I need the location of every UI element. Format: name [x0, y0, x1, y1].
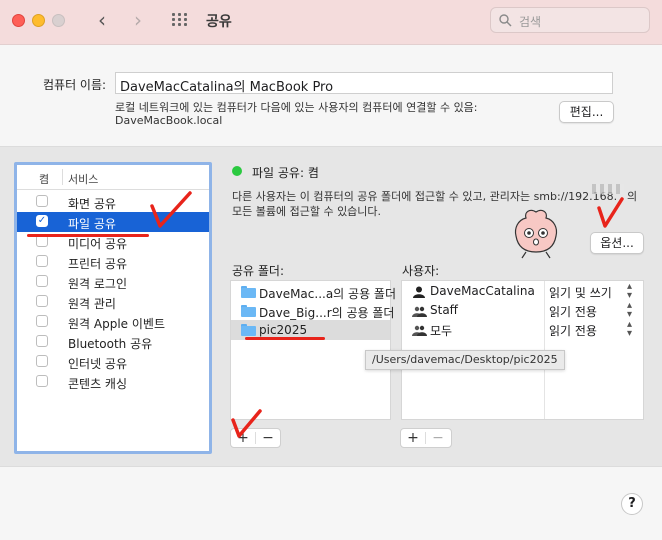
- popup-arrows-icon[interactable]: ▴ ▾: [627, 301, 632, 320]
- column-service-header: 서비스: [68, 173, 99, 186]
- window-title: 공유: [206, 14, 232, 30]
- zoom-button[interactable]: [52, 14, 65, 27]
- user-name: DaveMacCatalina: [430, 284, 535, 298]
- services-header: 켬 서비스: [17, 165, 209, 190]
- folder-icon: [241, 305, 256, 317]
- service-label: 파일 공유: [68, 217, 116, 231]
- service-row-bluetooth-sharing[interactable]: Bluetooth 공유: [17, 332, 209, 352]
- service-row-remote-login[interactable]: 원격 로그인: [17, 272, 209, 292]
- folder-name: Dave_Big...r의 공용 폴더: [259, 306, 395, 320]
- user-name: 모두: [430, 324, 453, 338]
- service-label: 원격 Apple 이벤트: [68, 317, 165, 331]
- folder-name: DaveMac...a의 공용 폴더: [259, 287, 397, 301]
- show-all-grid-icon[interactable]: [172, 13, 190, 29]
- annotation-check-icon: [150, 191, 192, 228]
- service-checkbox[interactable]: [36, 375, 48, 387]
- service-label: 프린터 공유: [68, 257, 128, 271]
- folder-row[interactable]: Dave_Big...r의 공용 폴더: [231, 301, 394, 321]
- description-suffix: 의: [627, 190, 638, 203]
- service-label: 화면 공유: [68, 197, 116, 211]
- search-placeholder: 검색: [519, 15, 542, 29]
- service-row-printer-sharing[interactable]: 프린터 공유: [17, 252, 209, 272]
- folder-icon: [241, 286, 256, 298]
- group-icon: [412, 306, 427, 317]
- permission-popup[interactable]: 읽기 전용: [549, 322, 597, 339]
- add-user-button[interactable]: +: [403, 430, 423, 446]
- user-name: Staff: [430, 303, 458, 317]
- service-label: 원격 로그인: [68, 277, 128, 291]
- service-checkbox[interactable]: [36, 195, 48, 207]
- file-sharing-status: 파일 공유: 켬: [252, 166, 319, 180]
- permission-popup[interactable]: 읽기 전용: [549, 303, 597, 320]
- annotation-underline: [27, 234, 149, 237]
- service-checkbox[interactable]: [36, 355, 48, 367]
- computer-name-label: 컴퓨터 이름:: [43, 78, 107, 92]
- user-row[interactable]: 모두 읽기 전용 ▴ ▾: [402, 320, 660, 339]
- minimize-button[interactable]: [32, 14, 45, 27]
- shared-folders-label: 공유 폴더:: [232, 264, 285, 278]
- annotation-underline: [245, 337, 325, 340]
- service-row-content-caching[interactable]: 콘텐츠 캐싱: [17, 372, 209, 392]
- search-field[interactable]: 검색: [490, 7, 650, 33]
- popup-arrows-icon[interactable]: ▴ ▾: [627, 320, 632, 339]
- service-row-remote-management[interactable]: 원격 관리: [17, 292, 209, 312]
- edit-button[interactable]: 편집...: [559, 101, 614, 123]
- service-checkbox-checked[interactable]: ✓: [36, 215, 48, 227]
- annotation-check-icon: [597, 197, 624, 228]
- options-button[interactable]: 옵션...: [590, 232, 644, 254]
- column-on-header: 켬: [39, 173, 50, 186]
- close-button[interactable]: [12, 14, 25, 27]
- peach-sticker-icon: [514, 209, 558, 259]
- redacted-ip: [592, 184, 624, 194]
- service-row-internet-sharing[interactable]: 인터넷 공유: [17, 352, 209, 372]
- service-checkbox[interactable]: [36, 255, 48, 267]
- service-checkbox[interactable]: [36, 335, 48, 347]
- file-sharing-description-2: 모든 볼륨에 접근할 수 있습니다.: [232, 205, 382, 218]
- divider: [0, 466, 662, 467]
- computer-name-value: DaveMacCatalina의 MacBook Pro: [120, 80, 334, 95]
- file-sharing-description: 다른 사용자는 이 컴퓨터의 공유 폴더에 접근할 수 있고, 관리자는 smb…: [232, 188, 617, 204]
- service-row-remote-apple-events[interactable]: 원격 Apple 이벤트: [17, 312, 209, 332]
- toolbar: ‹ › 공유 검색: [0, 0, 662, 45]
- folder-icon: [241, 324, 256, 336]
- divider: [0, 146, 662, 147]
- service-label: Bluetooth 공유: [68, 337, 153, 351]
- description-text: 다른 사용자는 이 컴퓨터의 공유 폴더에 접근할 수 있고, 관리자는 smb…: [232, 190, 618, 203]
- group-icon: [412, 325, 427, 336]
- computer-name-description: 로컬 네트워크에 있는 컴퓨터가 다음에 있는 사용자의 컴퓨터에 연결할 수 …: [115, 101, 478, 114]
- path-tooltip: /Users/davemac/Desktop/pic2025: [365, 350, 565, 370]
- service-checkbox[interactable]: [36, 275, 48, 287]
- remove-user-button[interactable]: −: [428, 430, 448, 446]
- person-icon: [413, 286, 425, 298]
- service-checkbox[interactable]: [36, 295, 48, 307]
- service-checkbox[interactable]: [36, 315, 48, 327]
- permission-popup[interactable]: 읽기 및 쓰기: [549, 284, 612, 301]
- service-label: 인터넷 공유: [68, 357, 128, 371]
- local-address: DaveMacBook.local: [115, 114, 223, 127]
- service-label: 미디어 공유: [68, 237, 128, 251]
- service-label: 원격 관리: [68, 297, 116, 311]
- status-indicator-icon: [232, 166, 242, 176]
- annotation-check-icon: [231, 409, 262, 438]
- service-label: 콘텐츠 캐싱: [68, 377, 128, 391]
- folder-row[interactable]: DaveMac...a의 공용 폴더: [231, 282, 396, 302]
- back-chevron-icon[interactable]: ‹: [98, 9, 106, 31]
- user-row[interactable]: Staff 읽기 전용 ▴ ▾: [402, 301, 660, 320]
- forward-chevron-icon[interactable]: ›: [134, 9, 142, 31]
- search-icon: [499, 14, 512, 27]
- popup-arrows-icon[interactable]: ▴ ▾: [627, 282, 632, 301]
- users-label: 사용자:: [402, 264, 440, 278]
- computer-name-field[interactable]: DaveMacCatalina의 MacBook Pro: [115, 72, 613, 95]
- user-row[interactable]: DaveMacCatalina 읽기 및 쓰기 ▴ ▾: [402, 282, 660, 301]
- folder-name: pic2025: [259, 323, 308, 337]
- help-button[interactable]: ?: [621, 493, 643, 515]
- system-preferences-window: ‹ › 공유 검색 컴퓨터 이름: DaveMacCatalina의 MacBo…: [0, 0, 662, 540]
- user-add-remove: + −: [400, 428, 452, 448]
